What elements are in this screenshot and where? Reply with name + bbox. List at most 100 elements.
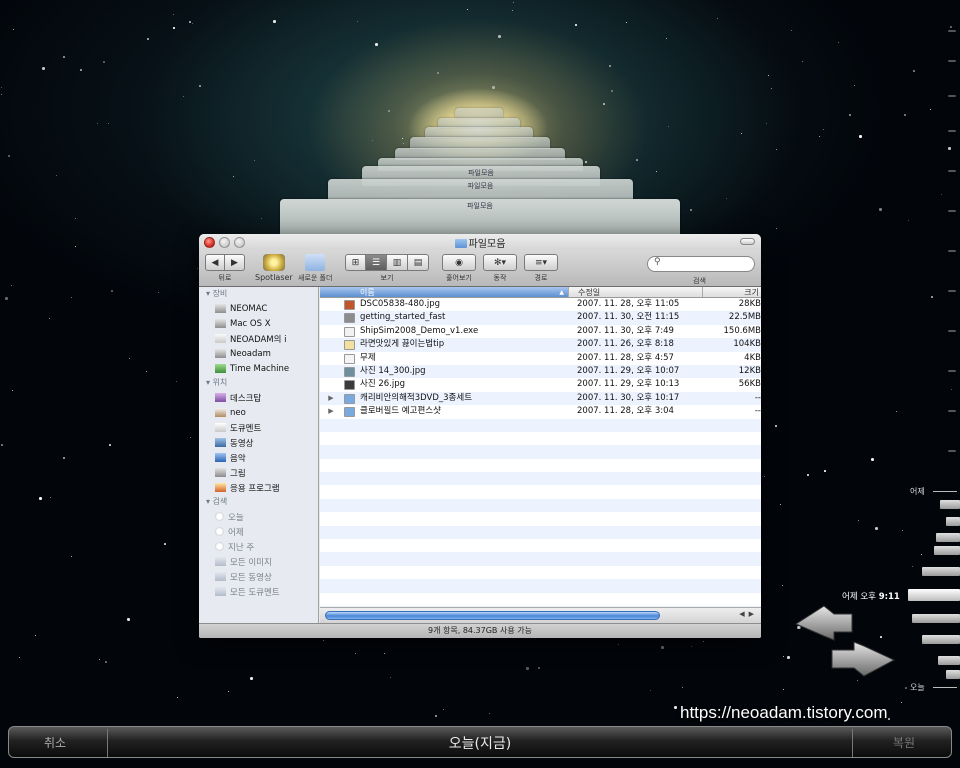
timeline-current-tick[interactable] bbox=[908, 589, 960, 601]
file-row[interactable]: 사진 26.jpg 2007. 11. 29, 오후 10:13 56KB bbox=[320, 378, 761, 391]
disclosure-triangle-icon[interactable]: ▶ bbox=[320, 392, 342, 405]
sidebar-item-devices[interactable]: Mac OS X bbox=[199, 316, 318, 331]
star bbox=[233, 176, 234, 177]
sidebar-item-searches[interactable]: 오늘 bbox=[199, 509, 318, 524]
quicklook-label: 훑어보기 bbox=[446, 274, 472, 282]
timeline-tick[interactable] bbox=[948, 130, 956, 132]
path-button[interactable]: ≡▾ bbox=[524, 254, 558, 271]
history-window[interactable]: 파일모음 bbox=[280, 199, 680, 239]
sidebar-item-places[interactable]: neo bbox=[199, 405, 318, 420]
forward-button[interactable]: ▶ bbox=[225, 254, 245, 271]
sidebar-item-searches[interactable]: 모든 이미지 bbox=[199, 554, 318, 569]
icon-view-button[interactable]: ⊞ bbox=[345, 254, 366, 271]
timeline-tick[interactable] bbox=[936, 533, 960, 542]
file-size: 22.5MB bbox=[728, 312, 761, 323]
sidebar-item-places[interactable]: 그림 bbox=[199, 465, 318, 480]
star bbox=[11, 285, 12, 286]
history-window[interactable] bbox=[455, 108, 503, 118]
sidebar-header-devices[interactable]: ▾ 장비 bbox=[199, 287, 318, 301]
back-in-time-arrow[interactable] bbox=[794, 605, 853, 641]
new-folder-icon[interactable] bbox=[305, 254, 326, 271]
restore-button[interactable]: 복원 bbox=[893, 734, 915, 751]
timeline-tick[interactable] bbox=[922, 635, 960, 644]
timeline-tick[interactable] bbox=[948, 450, 956, 452]
sidebar-item-searches[interactable]: 모든 동영상 bbox=[199, 569, 318, 584]
title-bar[interactable]: 파일모음 bbox=[199, 234, 761, 250]
file-row[interactable]: 무제 2007. 11. 28, 오후 4:57 4KB bbox=[320, 352, 761, 365]
document-file-icon bbox=[344, 313, 355, 324]
file-row[interactable]: getting_started_fast 2007. 11. 30, 오전 11:… bbox=[320, 311, 761, 325]
quicklook-button[interactable]: ◉ bbox=[442, 254, 476, 271]
timeline-tick[interactable] bbox=[948, 170, 956, 172]
folder-row[interactable]: ▶ 캐리비안의해적3DVD_3종세트 2007. 11. 30, 오후 10:17 -… bbox=[320, 391, 761, 406]
sidebar-item-places[interactable]: 동영상 bbox=[199, 435, 318, 450]
timeline-label-yesterday: 어제 bbox=[910, 487, 925, 496]
timeline-tick[interactable] bbox=[948, 410, 956, 412]
sidebar-item-places[interactable]: 도큐멘트 bbox=[199, 420, 318, 435]
back-button[interactable]: ◀ bbox=[205, 254, 225, 271]
column-view-button[interactable]: ▥ bbox=[387, 254, 408, 271]
file-row[interactable]: 라면맛있게 끓이는법tip 2007. 11. 26, 오후 8:18 104KB bbox=[320, 338, 761, 352]
file-row[interactable]: 사진 14_300.jpg 2007. 11. 29, 오후 10:07 12KB bbox=[320, 364, 761, 379]
timeline-tick[interactable] bbox=[940, 500, 960, 509]
list-view-button[interactable]: ☰ bbox=[366, 254, 387, 271]
sidebar-item-devices[interactable]: Time Machine bbox=[199, 361, 318, 376]
star bbox=[930, 109, 931, 110]
sidebar-header-places[interactable]: ▾ 위치 bbox=[199, 376, 318, 390]
empty-row bbox=[320, 566, 761, 579]
scroll-arrows[interactable]: ◀▶ bbox=[739, 610, 758, 618]
timeline-tick[interactable] bbox=[948, 290, 956, 292]
toolbar-toggle-button[interactable] bbox=[740, 238, 755, 245]
timeline-tick[interactable] bbox=[948, 330, 956, 332]
column-header-date[interactable]: 수정일 bbox=[568, 287, 702, 297]
sidebar-header-searches[interactable]: ▾ 검색 bbox=[199, 495, 318, 509]
timeline-tick[interactable] bbox=[946, 670, 960, 679]
scrollbar-thumb[interactable] bbox=[325, 611, 660, 620]
star bbox=[384, 653, 385, 654]
file-row[interactable]: ShipSim2008_Demo_v1.exe 2007. 11. 30, 오후 … bbox=[320, 325, 761, 338]
list-header: 이름 ▲ 수정일 크기 bbox=[320, 287, 761, 298]
sidebar-item-places[interactable]: 응용 프로그램 bbox=[199, 480, 318, 495]
file-row[interactable]: DSC05838-480.jpg 2007. 11. 28, 오후 11:05 28… bbox=[320, 298, 761, 311]
timeline-tick[interactable] bbox=[912, 614, 960, 623]
sidebar-header-label: 장비 bbox=[212, 289, 228, 298]
sidebar-item-places[interactable]: 데스크탑 bbox=[199, 390, 318, 405]
image-file-icon bbox=[344, 380, 355, 391]
star bbox=[513, 2, 514, 3]
sidebar-item-devices[interactable]: NEOMAC bbox=[199, 301, 318, 316]
timeline-tick[interactable] bbox=[948, 30, 956, 32]
star bbox=[13, 29, 14, 30]
sidebar-item-devices[interactable]: Neoadam bbox=[199, 346, 318, 361]
timeline-tick[interactable] bbox=[948, 60, 956, 62]
timeline-tick[interactable] bbox=[922, 567, 960, 576]
sidebar-item-devices[interactable]: NEOADAM의 i bbox=[199, 331, 318, 346]
coverflow-view-button[interactable]: ▤ bbox=[408, 254, 429, 271]
search-input[interactable]: ⚲ bbox=[647, 256, 755, 272]
sidebar: ▾ 장비 NEOMAC Mac OS X NEOADAM의 i Neoadam Time … bbox=[199, 287, 319, 623]
sidebar-item-searches[interactable]: 모든 도큐멘트 bbox=[199, 584, 318, 599]
column-header-size[interactable]: 크기 bbox=[702, 287, 761, 297]
spotlaser-icon[interactable] bbox=[262, 254, 285, 271]
column-header-name[interactable]: 이름 ▲ bbox=[320, 287, 568, 297]
timeline-tick[interactable] bbox=[948, 210, 956, 212]
star bbox=[771, 88, 772, 89]
disclosure-triangle-icon[interactable]: ▶ bbox=[320, 405, 342, 418]
star bbox=[71, 297, 72, 298]
timeline-tick[interactable] bbox=[934, 546, 960, 555]
forward-in-time-arrow[interactable] bbox=[831, 641, 896, 677]
action-button[interactable]: ✻▾ bbox=[483, 254, 517, 271]
star bbox=[355, 653, 356, 654]
timeline-tick[interactable] bbox=[946, 517, 960, 526]
sidebar-item-places[interactable]: 음악 bbox=[199, 450, 318, 465]
horizontal-scrollbar[interactable]: ◀▶ bbox=[320, 607, 761, 623]
sidebar-item-searches[interactable]: 어제 bbox=[199, 524, 318, 539]
action-group: ✻▾ 동작 bbox=[483, 254, 517, 283]
timeline-tick[interactable] bbox=[948, 370, 956, 372]
sidebar-item-searches[interactable]: 지난 주 bbox=[199, 539, 318, 554]
path-group: ≡▾ 경로 bbox=[524, 254, 558, 283]
timeline-tick[interactable] bbox=[948, 250, 956, 252]
folder-row[interactable]: ▶ 클로버필드 예고편스샷 2007. 11. 28, 오후 3:04 -- bbox=[320, 405, 761, 418]
timeline-tick[interactable] bbox=[948, 95, 956, 97]
timeline-tick[interactable] bbox=[938, 656, 960, 665]
sidebar-item-label: 도큐멘트 bbox=[230, 423, 262, 434]
